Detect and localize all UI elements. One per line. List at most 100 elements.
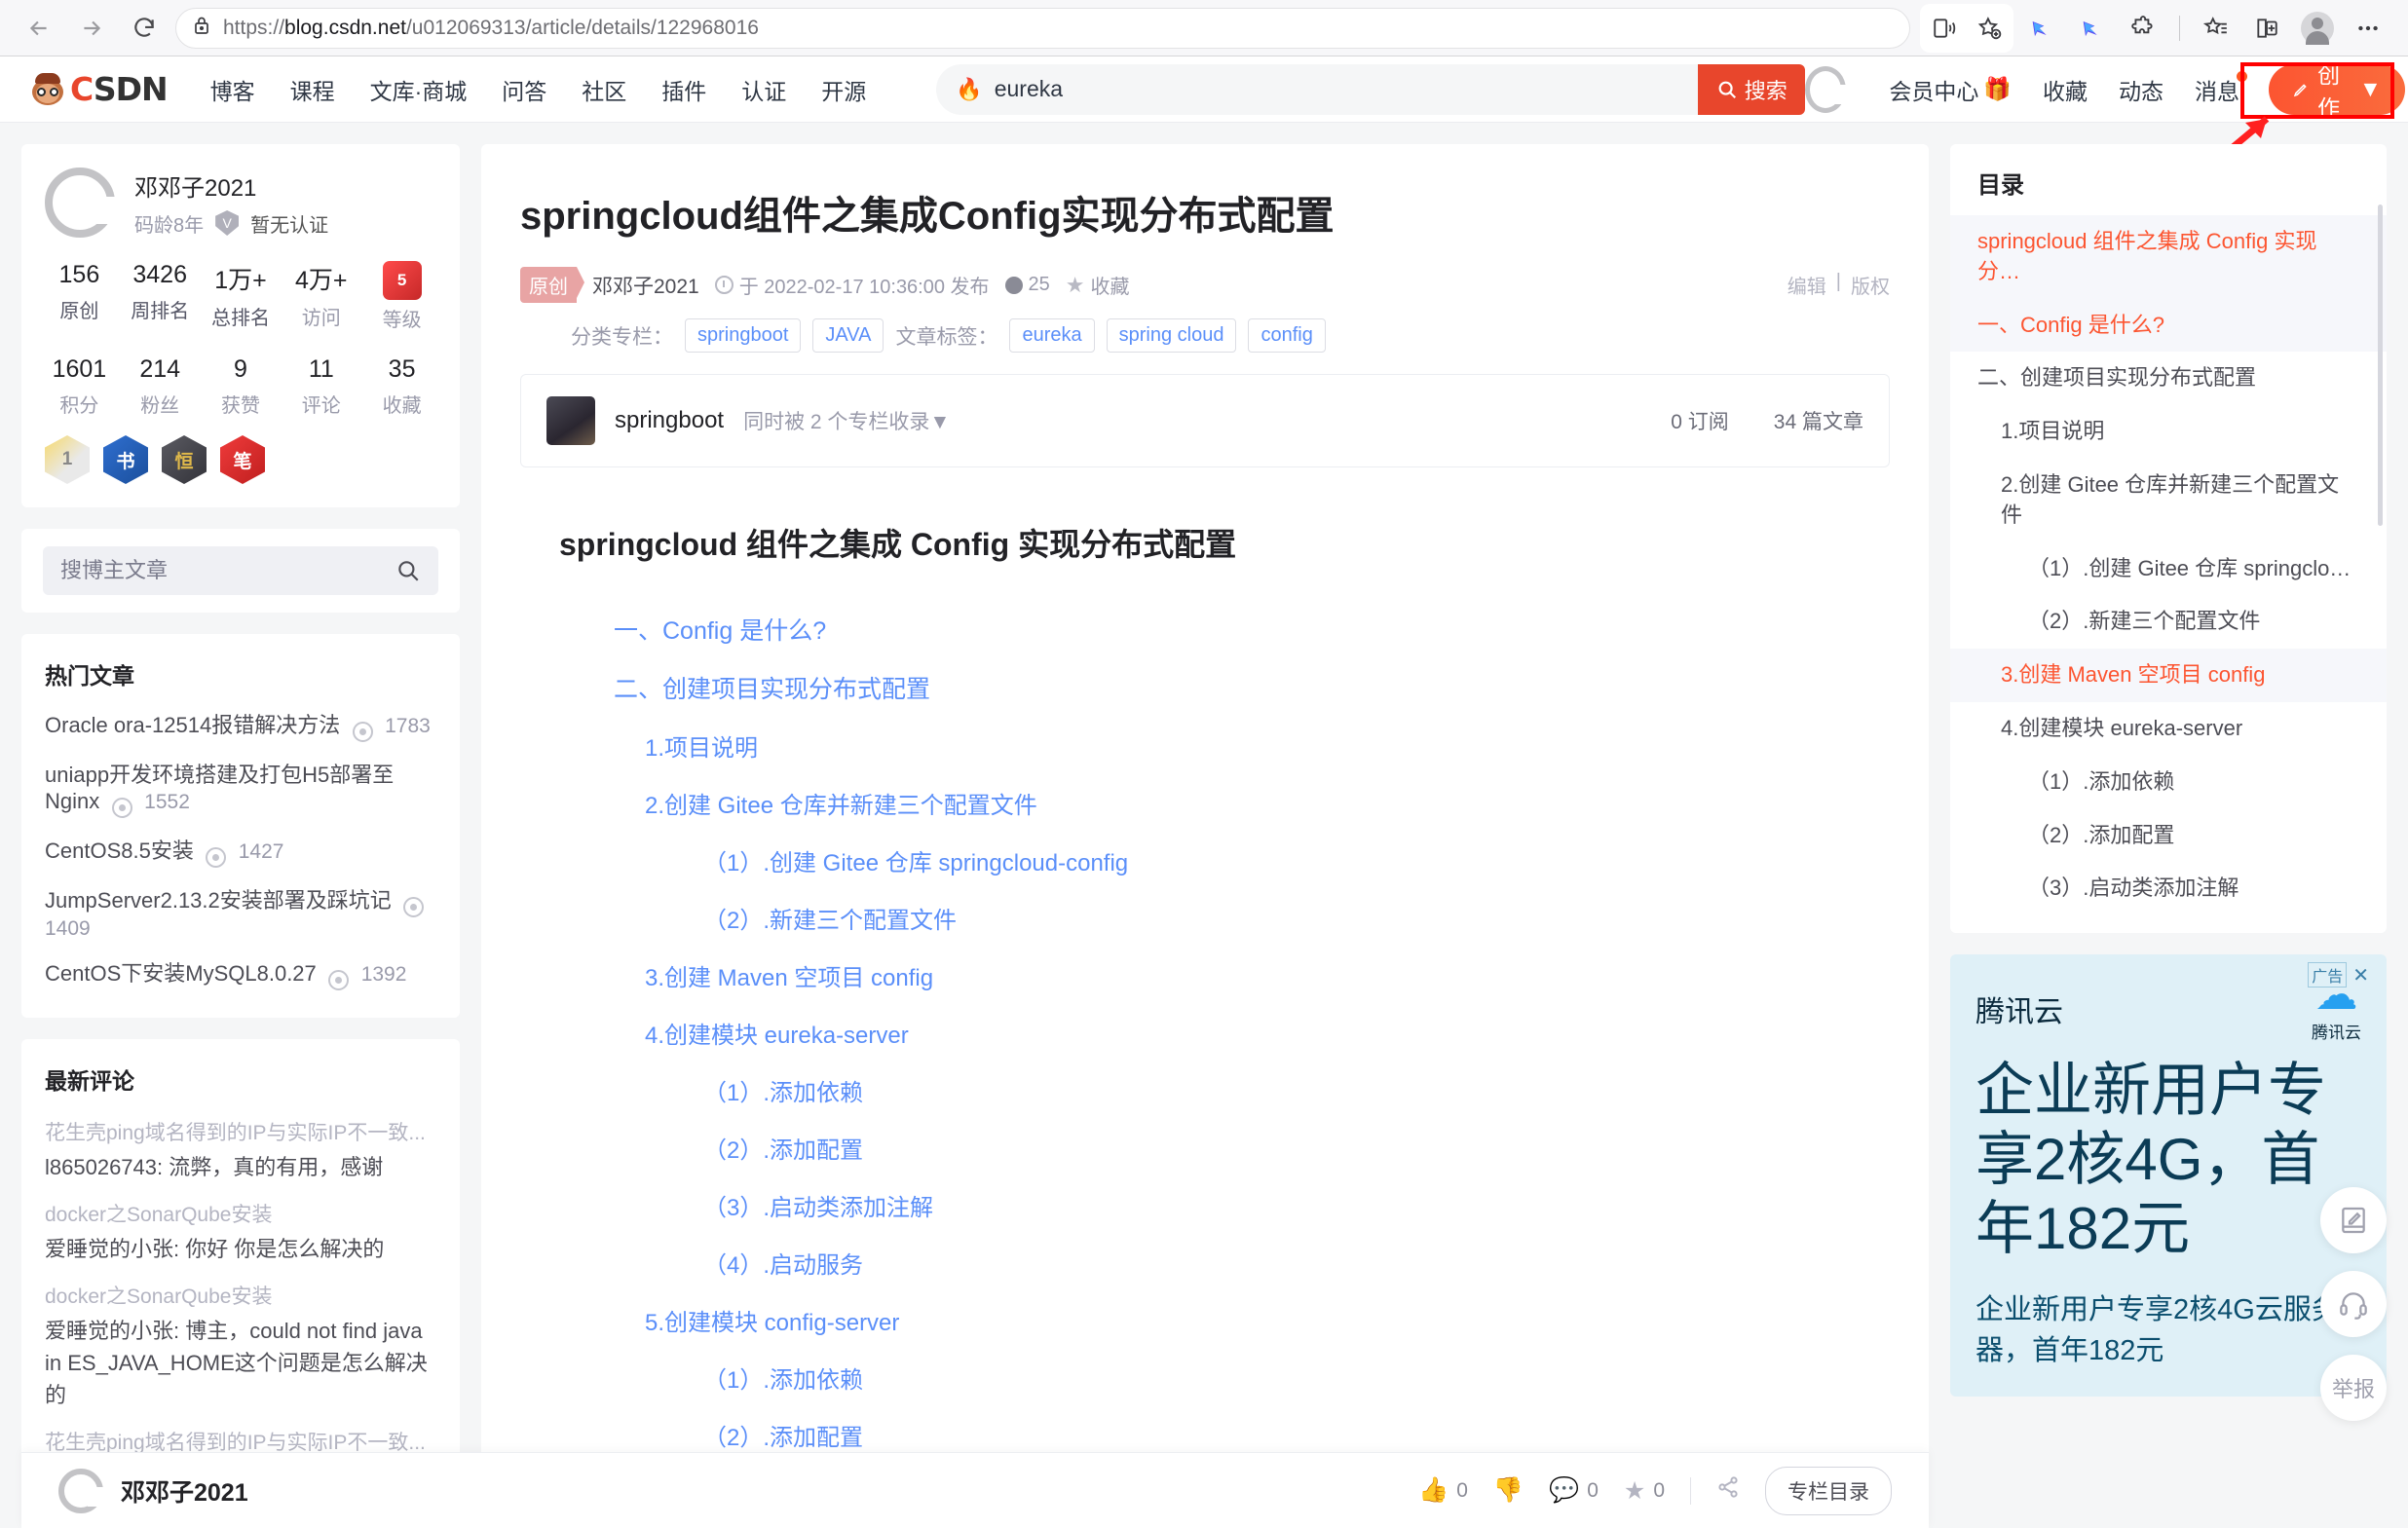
- dislike-button[interactable]: 👎: [1493, 1476, 1524, 1505]
- reload-icon[interactable]: [123, 7, 166, 50]
- nav-item-qa[interactable]: 问答: [484, 73, 564, 106]
- toc-entry[interactable]: 2.创建 Gitee 仓库并新建三个配置文件: [1950, 459, 2387, 542]
- edit-link[interactable]: 编辑: [1787, 271, 1826, 299]
- comment-source[interactable]: docker之SonarQube安装: [45, 1281, 436, 1310]
- comment-button[interactable]: 💬 0: [1549, 1476, 1599, 1505]
- stat-week-rank[interactable]: 3426 周排名: [120, 261, 201, 332]
- split-screen-icon[interactable]: [2244, 6, 2289, 51]
- body-toc-link[interactable]: （3）.启动类添加注解: [559, 1176, 1851, 1234]
- add-favorite-icon[interactable]: [1967, 6, 2012, 51]
- nav-activity[interactable]: 动态: [2103, 73, 2179, 106]
- column-directory-button[interactable]: 专栏目录: [1765, 1466, 1892, 1515]
- category-chip-springboot[interactable]: springboot: [685, 318, 802, 353]
- tag-chip-eureka[interactable]: eureka: [1009, 318, 1095, 353]
- stat-fans[interactable]: 214 粉丝: [120, 355, 201, 418]
- back-arrow-icon[interactable]: [18, 7, 60, 50]
- favorite-button[interactable]: ★ 0: [1624, 1476, 1665, 1506]
- body-toc-link[interactable]: 3.创建 Maven 空项目 config: [559, 947, 1851, 1004]
- stat-likes[interactable]: 9 获赞: [201, 355, 282, 418]
- toc-entry[interactable]: （1）.添加依赖: [1950, 756, 2387, 809]
- read-aloud-icon[interactable]: [1922, 6, 1967, 51]
- like-button[interactable]: 👍 0: [1418, 1476, 1468, 1505]
- stat-collections[interactable]: 35 收藏: [361, 355, 442, 418]
- body-toc-link[interactable]: （1）.添加依赖: [559, 1349, 1851, 1406]
- list-item[interactable]: 花生壳ping域名得到的IP与实际IP不一致... l865026743: 流弊…: [45, 1107, 436, 1189]
- list-item[interactable]: CentOS8.5安装 1427: [45, 826, 436, 876]
- toc-entry[interactable]: （3）.启动类添加注解: [1950, 862, 2387, 915]
- profile-name[interactable]: 邓邓子2021: [134, 168, 328, 203]
- toc-entry[interactable]: 3.创建 Maven 空项目 config: [1950, 649, 2387, 702]
- body-toc-link[interactable]: 5.创建模块 config-server: [559, 1291, 1851, 1349]
- chevron-down-icon[interactable]: ▼: [929, 411, 950, 433]
- nav-item-cert[interactable]: 认证: [724, 73, 804, 106]
- forward-arrow-icon[interactable]: [70, 7, 113, 50]
- list-item[interactable]: uniapp开发环境搭建及打包H5部署至Nginx 1552: [45, 750, 436, 826]
- badge-icon-3[interactable]: 恒: [162, 435, 207, 484]
- nav-item-blog[interactable]: 博客: [193, 73, 273, 106]
- body-toc-link[interactable]: 2.创建 Gitee 仓库并新建三个配置文件: [559, 774, 1851, 832]
- nav-messages[interactable]: 消息: [2179, 70, 2255, 106]
- share-button[interactable]: [1716, 1475, 1740, 1506]
- tag-chip-config[interactable]: config: [1248, 318, 1326, 353]
- body-toc-link[interactable]: （1）.添加依赖: [559, 1062, 1851, 1119]
- scrollbar[interactable]: [2378, 205, 2383, 526]
- article-collect[interactable]: ★ 收藏: [1066, 271, 1130, 299]
- toc-entry[interactable]: （2）.新建三个配置文件: [1950, 595, 2387, 649]
- extensions-puzzle-icon[interactable]: [2121, 6, 2165, 51]
- article-author[interactable]: 邓邓子2021: [592, 271, 699, 300]
- list-item[interactable]: Oracle ora-12514报错解决方法 1783: [45, 700, 436, 750]
- avatar[interactable]: [2295, 6, 2340, 51]
- nav-item-community[interactable]: 社区: [564, 73, 644, 106]
- list-item[interactable]: docker之SonarQube安装 爱睡觉的小张: 你好 你是怎么解决的: [45, 1189, 436, 1271]
- badge-icon-2[interactable]: 书: [103, 435, 148, 484]
- nav-member-center[interactable]: 会员中心 🎁: [1873, 73, 2027, 106]
- toc-entry[interactable]: 一、Config 是什么?: [1950, 298, 2387, 353]
- toc-entry[interactable]: （1）.创建 Gitee 仓库 springclo…: [1950, 542, 2387, 596]
- hot-article-title[interactable]: JumpServer2.13.2安装部署及踩坑记: [45, 888, 392, 913]
- body-toc-link[interactable]: （2）.新建三个配置文件: [559, 889, 1851, 947]
- extension-bird-icon-1[interactable]: [2019, 6, 2064, 51]
- toc-entry[interactable]: springcloud 组件之集成 Config 实现分…: [1950, 215, 2387, 299]
- list-item[interactable]: JumpServer2.13.2安装部署及踩坑记 1409: [45, 876, 436, 949]
- toc-entry[interactable]: 1.项目说明: [1950, 405, 2387, 459]
- nav-item-library[interactable]: 文库·商城: [353, 73, 485, 106]
- body-toc-link[interactable]: （2）.添加配置: [559, 1119, 1851, 1176]
- column-subscription-box[interactable]: springboot 同时被 2 个专栏收录▼ 0 订阅 34 篇文章: [520, 374, 1890, 467]
- copyright-link[interactable]: 版权: [1851, 271, 1890, 299]
- search-icon[interactable]: [395, 558, 421, 583]
- stat-total-rank[interactable]: 1万+ 总排名: [201, 261, 282, 332]
- csdn-logo[interactable]: CSDN: [29, 70, 169, 108]
- badge-icon-1[interactable]: 1: [45, 435, 90, 484]
- address-bar[interactable]: https://blog.csdn.net/u012069313/article…: [175, 7, 1910, 49]
- hot-article-title[interactable]: CentOS8.5安装: [45, 839, 194, 863]
- body-toc-link[interactable]: （1）.创建 Gitee 仓库 springcloud-config: [559, 832, 1851, 889]
- body-toc-link[interactable]: 4.创建模块 eureka-server: [559, 1004, 1851, 1062]
- more-options-icon[interactable]: [2346, 6, 2390, 51]
- hot-article-title[interactable]: Oracle ora-12514报错解决方法: [45, 713, 340, 737]
- body-toc-link[interactable]: 1.项目说明: [559, 717, 1851, 774]
- blogger-search-box[interactable]: [43, 546, 438, 595]
- hot-article-title[interactable]: uniapp开发环境搭建及打包H5部署至Nginx: [45, 763, 394, 813]
- headset-icon[interactable]: [2320, 1271, 2387, 1337]
- nav-item-course[interactable]: 课程: [273, 73, 353, 106]
- avatar[interactable]: [58, 1468, 103, 1513]
- close-icon[interactable]: ✕: [2352, 963, 2369, 988]
- extension-bird-icon-2[interactable]: [2070, 6, 2115, 51]
- write-book-icon[interactable]: [2320, 1187, 2387, 1253]
- profile-avatar[interactable]: [45, 168, 115, 238]
- nav-item-plugin[interactable]: 插件: [644, 73, 724, 106]
- search-input[interactable]: 🔥 eureka: [936, 63, 1699, 115]
- nav-item-opensource[interactable]: 开源: [804, 73, 884, 106]
- stat-comments[interactable]: 11 评论: [281, 355, 361, 418]
- body-toc-link[interactable]: （4）.启动服务: [559, 1234, 1851, 1291]
- stat-original[interactable]: 156 原创: [39, 261, 120, 332]
- list-item[interactable]: CentOS下安装MySQL8.0.27 1392: [45, 949, 436, 998]
- column-name[interactable]: springboot: [615, 407, 724, 434]
- badge-icon-4[interactable]: 笔: [220, 435, 265, 484]
- body-toc-link[interactable]: 一、Config 是什么?: [559, 600, 1851, 658]
- search-blogger-input[interactable]: [60, 558, 395, 583]
- comment-source[interactable]: 花生壳ping域名得到的IP与实际IP不一致...: [45, 1117, 436, 1146]
- tag-chip-spring-cloud[interactable]: spring cloud: [1106, 318, 1237, 353]
- stat-points[interactable]: 1601 积分: [39, 355, 120, 418]
- stat-level[interactable]: 5 等级: [361, 261, 442, 332]
